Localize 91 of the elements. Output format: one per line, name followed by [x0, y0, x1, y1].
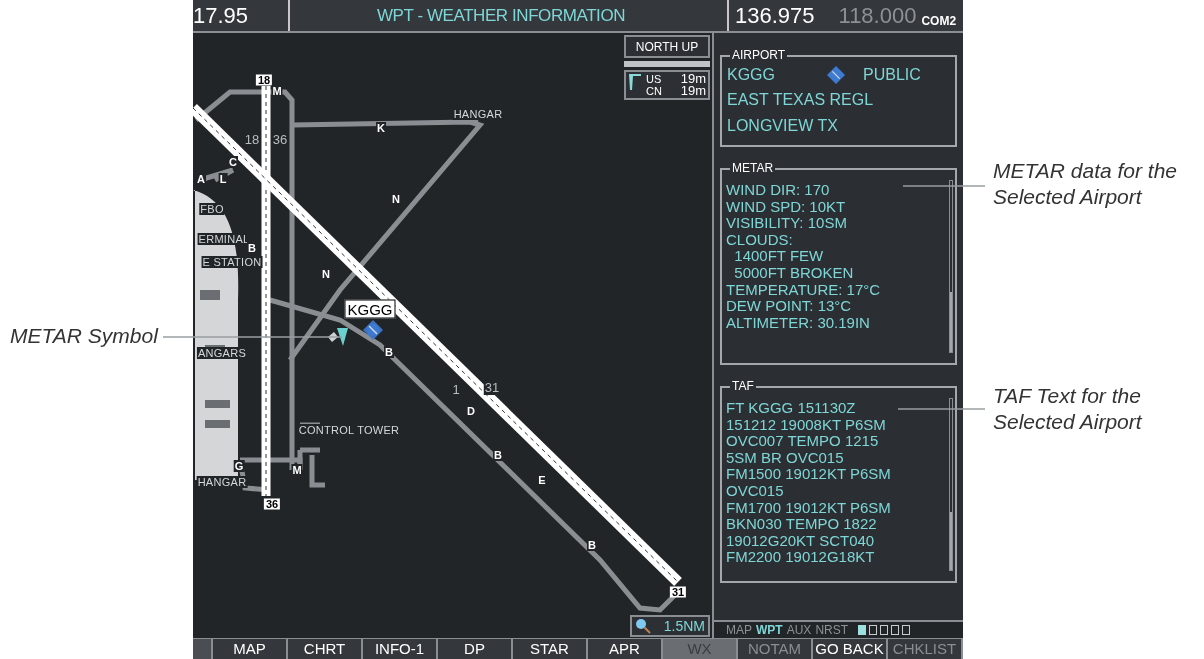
page-group[interactable]: NRST	[815, 621, 849, 639]
place-label: ANGARS	[196, 347, 248, 359]
box-title: METAR	[730, 161, 776, 175]
page-group[interactable]: MAP	[726, 621, 752, 639]
taf-line: 19012G20KT SCT040	[726, 532, 875, 550]
airport-map[interactable]: 18 M HANGAR K 18 36 C A L FBO ERMINAL B E STATION N N KGGG ANGARS B 1 31 D CONTROL TOWER B E G M HANGAR 36 B 31 NORTH UP US 19m CN 19m 1.5NM	[193, 33, 712, 638]
runway-number: 31	[669, 586, 687, 598]
airport-city: LONGVIEW TX	[727, 116, 839, 136]
softkey[interactable]: STAR	[513, 639, 588, 659]
softkey[interactable]: INFO-1	[363, 639, 438, 659]
runway-label: 18	[243, 133, 261, 147]
taxiway-label: E	[537, 474, 547, 486]
metar-line: ALTIMETER: 30.19IN	[726, 314, 870, 332]
box-title: AIRPORT	[730, 48, 788, 62]
runway-label: 31	[483, 381, 501, 395]
taxiway-label: B	[247, 242, 257, 254]
taxiway-label: B	[587, 539, 597, 551]
runway-number: 36	[263, 498, 281, 510]
airport-icon	[827, 66, 845, 84]
metar-line: TEMPERATURE: 17°C	[726, 281, 881, 299]
place-label: FBO	[199, 203, 225, 215]
taf-line: 5SM BR OVC015	[726, 449, 844, 467]
taxiway-label: B	[493, 449, 503, 461]
page-group[interactable]: WPT	[756, 621, 783, 639]
place-label: E STATION	[201, 256, 263, 268]
softkey[interactable]	[193, 639, 213, 659]
wind-pennant-icon	[628, 73, 642, 91]
metar-line: WIND DIR: 170	[726, 182, 830, 199]
softkey[interactable]: MAP	[213, 639, 288, 659]
metar-line: 5000FT BROKEN	[733, 264, 854, 282]
taf-line: FT KGGG 151130Z	[726, 400, 856, 417]
softkey[interactable]: CHRT	[288, 639, 363, 659]
metar-line: CLOUDS:	[726, 231, 793, 249]
airport-icon	[363, 320, 383, 340]
wind-label: CN	[646, 85, 662, 97]
taxiway-label: D	[466, 405, 476, 417]
taf-line: BKN030 TEMPO 1822	[726, 516, 877, 533]
runway-label: 36	[271, 133, 289, 147]
airport-identifier: KGGG	[727, 65, 776, 85]
scrollbar-thumb[interactable]	[950, 292, 952, 352]
metar-line: VISIBILITY: 10SM	[726, 215, 847, 232]
taxiway-label: N	[321, 268, 331, 280]
airport-type: PUBLIC	[863, 65, 921, 85]
com-label: COM2	[921, 15, 957, 27]
runway-label: 1	[451, 383, 461, 397]
taxiway-label: C	[228, 156, 238, 168]
taxiway-label: M	[271, 85, 283, 97]
runway-number: 18	[255, 74, 273, 86]
wind-value: 19m	[680, 85, 706, 97]
taxiway-label: B	[384, 346, 394, 358]
orientation-label: NORTH UP	[624, 35, 710, 58]
taxiway-label: L	[218, 173, 228, 185]
softkey[interactable]: GO BACK	[813, 639, 888, 659]
taf-line: 151212 19008KT P6SM	[726, 416, 886, 434]
com-active-frequency: 136.975	[735, 5, 815, 27]
scrollbar-thumb[interactable]	[950, 512, 952, 570]
softkey[interactable]: DP	[438, 639, 513, 659]
box-title: TAF	[730, 379, 756, 393]
place-label: HANGAR	[196, 476, 248, 488]
metar-line: DEW POINT: 13°C	[726, 298, 852, 315]
taxiway-label: K	[376, 122, 386, 134]
taxiway-label: A	[196, 173, 206, 185]
scrollbar[interactable]	[949, 180, 953, 353]
taf-line: FM1700 19012KT P6SM	[726, 499, 891, 517]
airport-identifier: KGGG	[344, 299, 396, 319]
place-label: CONTROL TOWER	[297, 424, 401, 436]
taxiway-label: G	[233, 460, 245, 472]
callout-text: METAR Symbol	[10, 323, 158, 349]
wind-label: US	[646, 73, 662, 85]
taxiway-label: M	[291, 464, 303, 476]
taf-line: FM1500 19012KT P6SM	[726, 466, 891, 483]
map-range[interactable]: 1.5NM	[630, 615, 710, 637]
wind-value: 19m	[680, 73, 706, 85]
place-label: HANGAR	[452, 108, 504, 120]
callout-text: TAF Text for the Selected Airport	[993, 383, 1142, 435]
metar-line: 1400FT FEW	[733, 248, 824, 265]
callout-text: METAR data for the Selected Airport	[993, 158, 1178, 210]
metar-line: WIND SPD: 10KT	[726, 198, 846, 216]
softkey[interactable]: APR	[588, 639, 663, 659]
nav-frequency: 17.95	[193, 4, 249, 27]
taf-line: FM2200 19012G18KT	[726, 549, 875, 566]
taf-line: OVC015	[726, 482, 784, 500]
taf-line: OVC007 TEMPO 1215	[726, 433, 879, 450]
page-title: WPT - WEATHER INFORMATION	[376, 4, 626, 27]
scrollbar[interactable]	[949, 398, 953, 571]
page-group[interactable]: AUX	[786, 621, 812, 639]
com-standby-frequency: 118.000	[838, 5, 917, 27]
airport-name: EAST TEXAS REGL	[727, 90, 875, 110]
place-label: ERMINAL	[197, 233, 251, 245]
taxiway-label: N	[391, 193, 401, 205]
magnifier-icon	[635, 618, 651, 634]
